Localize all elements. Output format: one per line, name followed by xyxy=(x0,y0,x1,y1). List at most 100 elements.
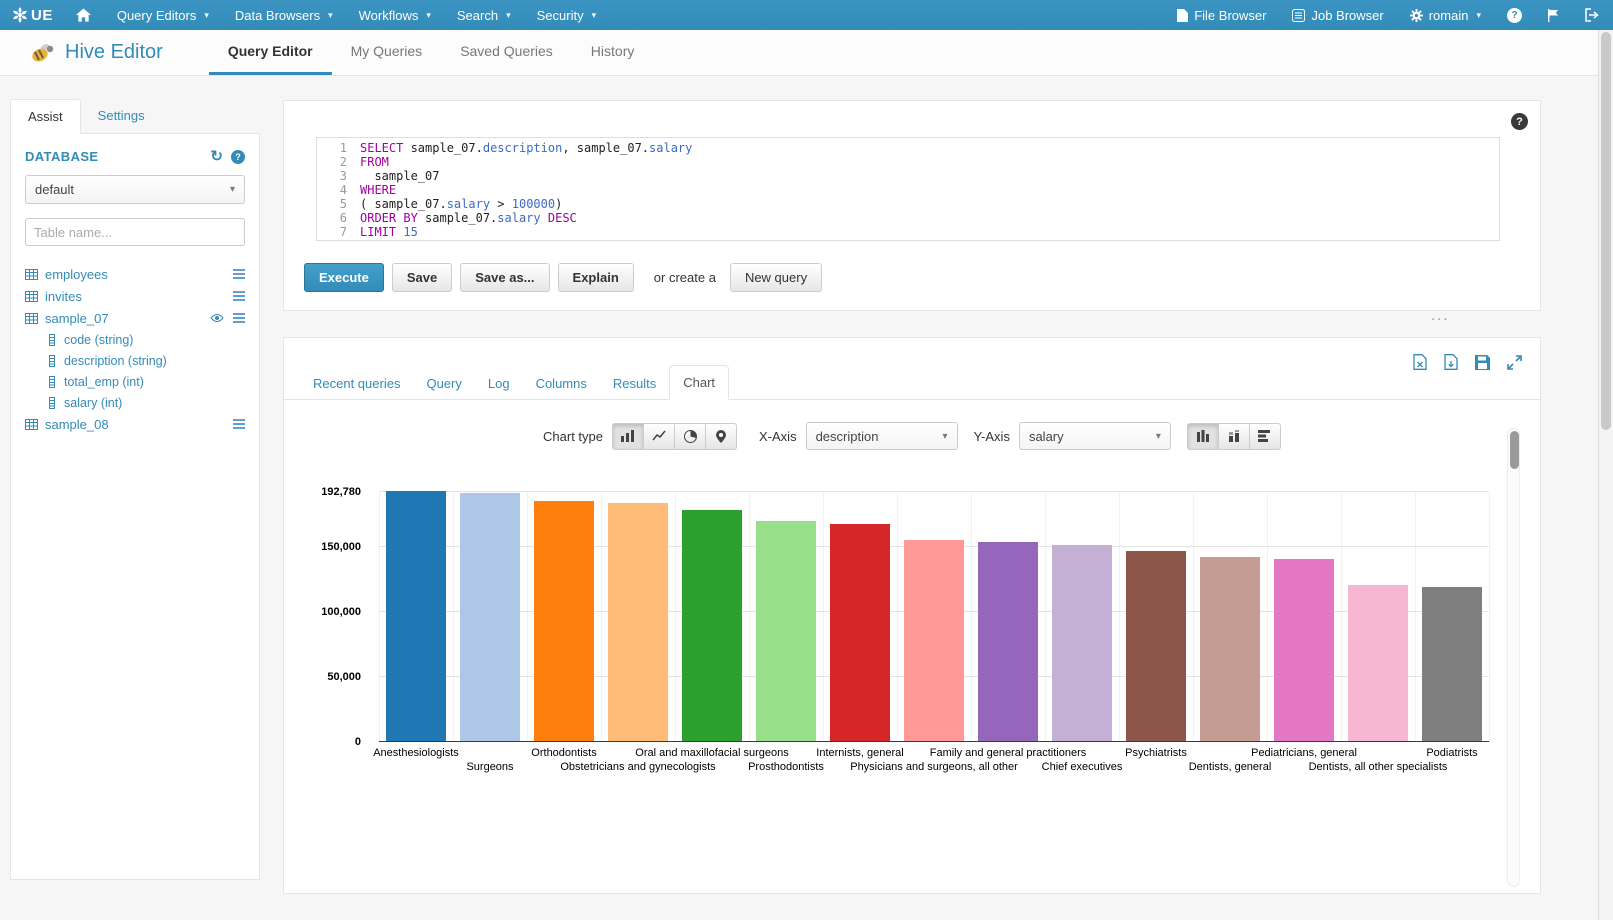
table-menu-icon[interactable] xyxy=(233,419,245,429)
hue-logo[interactable]: UE xyxy=(0,0,63,30)
grouped-bars-icon xyxy=(1196,430,1210,442)
tab-results[interactable]: Results xyxy=(600,367,669,400)
chart-type-bars-button[interactable] xyxy=(612,423,644,450)
eye-icon[interactable] xyxy=(210,313,224,323)
results-scrollbar-thumb[interactable] xyxy=(1510,431,1519,469)
column-row[interactable]: total_emp (int) xyxy=(25,371,245,392)
tab-my-queries[interactable]: My Queries xyxy=(332,30,442,75)
chart-type-map-button[interactable] xyxy=(705,423,737,450)
chart-bar[interactable] xyxy=(756,521,816,741)
chart-bar[interactable] xyxy=(460,493,520,741)
tab-history[interactable]: History xyxy=(572,30,654,75)
y-tick-label: 50,000 xyxy=(327,671,361,683)
chart-bar[interactable] xyxy=(904,540,964,741)
menu-workflows[interactable]: Workflows▾ xyxy=(346,0,444,30)
tab-log[interactable]: Log xyxy=(475,367,523,400)
column-row[interactable]: code (string) xyxy=(25,329,245,350)
chevron-down-icon: ▾ xyxy=(328,10,333,21)
tab-saved-queries[interactable]: Saved Queries xyxy=(441,30,572,75)
save-as-button[interactable]: Save as... xyxy=(460,263,549,292)
grouped-bars-button[interactable] xyxy=(1187,423,1219,450)
column-icon xyxy=(46,376,58,388)
x-axis-select[interactable]: description ▾ xyxy=(806,422,958,450)
export-xls-icon[interactable] xyxy=(1413,354,1427,370)
sql-line: 6ORDER BY sample_07.salary DESC xyxy=(323,211,1493,225)
tab-settings[interactable]: Settings xyxy=(81,99,162,134)
table-row[interactable]: invites xyxy=(25,285,245,307)
export-csv-icon[interactable] xyxy=(1444,354,1458,370)
job-browser-button[interactable]: Job Browser xyxy=(1279,0,1396,30)
chart-bar[interactable] xyxy=(1348,585,1408,741)
table-row[interactable]: sample_08 xyxy=(25,413,245,435)
gridline xyxy=(379,491,1489,492)
x-tick-label: Prosthodontists xyxy=(748,761,824,773)
save-button[interactable]: Save xyxy=(392,263,452,292)
file-browser-button[interactable]: File Browser xyxy=(1164,0,1279,30)
tab-recent-queries[interactable]: Recent queries xyxy=(300,367,413,400)
table-menu-icon[interactable] xyxy=(233,291,245,301)
y-axis-select[interactable]: salary ▾ xyxy=(1019,422,1171,450)
horizontal-bars-button[interactable] xyxy=(1249,423,1281,450)
chart-bar[interactable] xyxy=(534,501,594,741)
tab-query-editor[interactable]: Query Editor xyxy=(209,30,332,75)
database-select[interactable]: default ▾ xyxy=(25,175,245,204)
column-row[interactable]: salary (int) xyxy=(25,392,245,413)
new-query-button[interactable]: New query xyxy=(730,263,822,292)
table-icon xyxy=(25,290,38,303)
x-axis: AnesthesiologistsSurgeonsOrthodontistsOb… xyxy=(379,742,1489,784)
chart-bar[interactable] xyxy=(608,503,668,741)
execute-button[interactable]: Execute xyxy=(304,263,384,292)
panel-resize-handle[interactable]: ... xyxy=(1431,307,1450,324)
results-scrollbar[interactable] xyxy=(1507,428,1520,887)
menu-security[interactable]: Security▾ xyxy=(524,0,610,30)
assist-help-icon[interactable]: ? xyxy=(231,150,245,164)
menu-search[interactable]: Search▾ xyxy=(444,0,524,30)
page-scrollbar-thumb[interactable] xyxy=(1601,32,1611,430)
chart-bar[interactable] xyxy=(830,524,890,741)
menu-data-browsers[interactable]: Data Browsers▾ xyxy=(222,0,346,30)
fullscreen-icon[interactable] xyxy=(1507,354,1522,370)
logout-button[interactable] xyxy=(1572,0,1613,30)
app-title[interactable]: Hive Editor xyxy=(30,30,163,75)
tab-assist[interactable]: Assist xyxy=(10,99,81,134)
table-menu-icon[interactable] xyxy=(233,269,245,279)
table-row[interactable]: sample_07 xyxy=(25,307,245,329)
chart-bar[interactable] xyxy=(1422,587,1482,741)
x-tick-label: Psychiatrists xyxy=(1125,747,1187,759)
chart-bar[interactable] xyxy=(1274,559,1334,741)
chart-bar[interactable] xyxy=(682,510,742,741)
chart-bar[interactable] xyxy=(1052,545,1112,741)
help-button[interactable]: ? xyxy=(1494,0,1535,30)
refresh-icon[interactable]: ↻ xyxy=(210,149,223,164)
chart-bar[interactable] xyxy=(386,491,446,741)
feedback-button[interactable] xyxy=(1535,0,1572,30)
chart-type-line-button[interactable] xyxy=(643,423,675,450)
chart-bar[interactable] xyxy=(978,542,1038,741)
menu-query-editors[interactable]: Query Editors▾ xyxy=(104,0,222,30)
chart-bar[interactable] xyxy=(1200,557,1260,741)
table-row[interactable]: employees xyxy=(25,263,245,285)
sql-line: 5( sample_07.salary > 100000) xyxy=(323,197,1493,211)
editor-help-icon[interactable]: ? xyxy=(1511,113,1528,130)
bar-layout-group xyxy=(1187,423,1281,450)
stacked-bars-button[interactable] xyxy=(1218,423,1250,450)
save-results-icon[interactable] xyxy=(1475,354,1490,370)
chart-type-pie-button[interactable] xyxy=(674,423,706,450)
page-scrollbar[interactable] xyxy=(1598,30,1613,920)
bar-chart-icon xyxy=(621,430,635,442)
sql-editor[interactable]: 1SELECT sample_07.description, sample_07… xyxy=(316,137,1500,241)
chart-bar[interactable] xyxy=(1126,551,1186,741)
tab-columns[interactable]: Columns xyxy=(523,367,600,400)
gridline xyxy=(749,492,750,742)
table-menu-icon[interactable] xyxy=(233,313,245,323)
column-row[interactable]: description (string) xyxy=(25,350,245,371)
explain-button[interactable]: Explain xyxy=(558,263,634,292)
table-filter-input[interactable] xyxy=(25,218,245,246)
tab-query[interactable]: Query xyxy=(413,367,474,400)
home-button[interactable] xyxy=(63,0,104,30)
table-icon xyxy=(25,268,38,281)
tab-chart[interactable]: Chart xyxy=(669,365,729,400)
results-card: Recent queries Query Log Columns Results… xyxy=(283,337,1541,894)
x-tick-label: Anesthesiologists xyxy=(373,747,459,759)
user-menu[interactable]: romain ▾ xyxy=(1397,0,1494,30)
